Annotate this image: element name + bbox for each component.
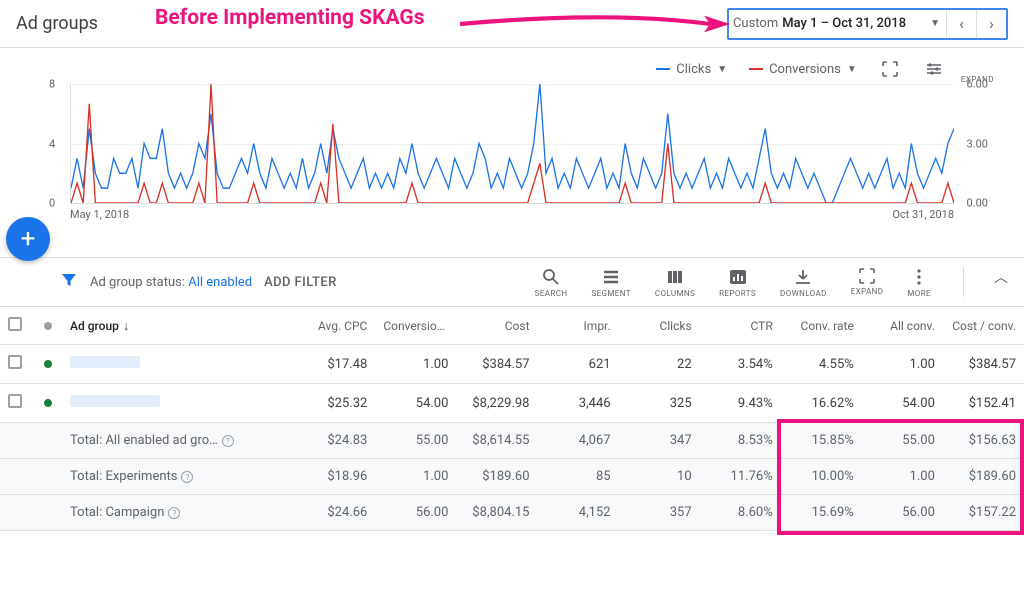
- total-label: Total: Experiments?: [62, 459, 294, 495]
- row-checkbox[interactable]: [0, 384, 36, 423]
- table-wrap: Ad group↓ Avg. CPC Conversions Cost Impr…: [0, 307, 1024, 531]
- col-all-conv[interactable]: All conv.: [862, 307, 943, 345]
- x-end-label: Oct 31, 2018: [892, 208, 954, 221]
- ad-groups-table: Ad group↓ Avg. CPC Conversions Cost Impr…: [0, 307, 1024, 531]
- chevron-down-icon: ▼: [847, 64, 857, 75]
- y-right-tick: 6.00: [967, 78, 988, 91]
- chart-options-icon[interactable]: [923, 58, 945, 80]
- y-left-tick: 4: [49, 137, 55, 150]
- chevron-down-icon: ▼: [717, 64, 727, 75]
- date-custom-label: Custom: [733, 16, 782, 31]
- chart-lines: [71, 84, 954, 203]
- col-conversions[interactable]: Conversions: [375, 307, 456, 345]
- chart-x-axis: May 1, 2018 Oct 31, 2018: [70, 204, 954, 221]
- toolbar-more[interactable]: MORE: [907, 267, 931, 298]
- toolbar-download[interactable]: DOWNLOAD: [780, 267, 827, 298]
- help-icon[interactable]: ?: [181, 471, 193, 483]
- page-title: Ad groups: [16, 13, 98, 34]
- expand-chart-icon[interactable]: [879, 58, 901, 80]
- total-label: Total: All enabled ad gro…?: [62, 423, 294, 459]
- table-row[interactable]: $25.3254.00$8,229.983,4463259.43%16.62%5…: [0, 384, 1024, 423]
- toolbar: Ad group status: All enabled ADD FILTER …: [0, 257, 1024, 307]
- col-impr[interactable]: Impr.: [538, 307, 619, 345]
- toolbar-expand[interactable]: EXPAND: [851, 267, 884, 296]
- sort-down-icon: ↓: [123, 319, 130, 334]
- total-label: Total: Campaign?: [62, 495, 294, 531]
- filter-status[interactable]: Ad group status: All enabled: [90, 275, 252, 290]
- filter-icon[interactable]: [60, 271, 78, 293]
- row-checkbox[interactable]: [0, 345, 36, 384]
- col-cost-per-conv[interactable]: Cost / conv.: [943, 307, 1024, 345]
- x-start-label: May 1, 2018: [70, 208, 129, 221]
- row-status-dot[interactable]: [36, 345, 62, 384]
- metric-secondary-swatch: [749, 68, 763, 71]
- annotation-title: Before Implementing SKAGs: [155, 6, 424, 30]
- help-icon[interactable]: ?: [222, 435, 234, 447]
- table-header-row: Ad group↓ Avg. CPC Conversions Cost Impr…: [0, 307, 1024, 345]
- ad-group-name[interactable]: [62, 384, 294, 423]
- date-next-button[interactable]: ›: [976, 10, 1006, 38]
- y-left-tick: 8: [49, 78, 55, 91]
- add-filter-button[interactable]: ADD FILTER: [264, 275, 337, 290]
- table-total-row: Total: All enabled ad gro…?$24.8355.00$8…: [0, 423, 1024, 459]
- col-avg-cpc[interactable]: Avg. CPC: [294, 307, 375, 345]
- metrics-bar: Clicks ▼ Conversions ▼ EXPAND: [0, 48, 1024, 84]
- collapse-toolbar-icon[interactable]: ︿: [994, 267, 1008, 287]
- y-left-tick: 0: [49, 197, 55, 210]
- toolbar-columns[interactable]: COLUMNS: [655, 267, 695, 298]
- table-total-row: Total: Experiments?$18.961.00$189.608510…: [0, 459, 1024, 495]
- time-series-chart[interactable]: 8 4 0 6.00 3.00 0.00: [70, 84, 954, 204]
- metric-secondary-picker[interactable]: Conversions ▼: [749, 62, 857, 77]
- table-row[interactable]: $17.481.00$384.57621223.54%4.55%1.00$384…: [0, 345, 1024, 384]
- col-ad-group[interactable]: Ad group↓: [62, 307, 294, 345]
- toolbar-reports[interactable]: REPORTS: [719, 267, 756, 298]
- chart-wrap: 8 4 0 6.00 3.00 0.00 May 1, 2018 Oct 31,…: [0, 84, 1024, 247]
- date-range-picker[interactable]: Custom May 1 – Oct 31, 2018 ▼ ‹ ›: [727, 8, 1008, 40]
- y-right-tick: 3.00: [967, 137, 988, 150]
- col-clicks[interactable]: Clicks: [619, 307, 700, 345]
- col-cost[interactable]: Cost: [456, 307, 537, 345]
- date-prev-button[interactable]: ‹: [946, 10, 976, 38]
- select-all-header[interactable]: [0, 307, 36, 345]
- chevron-down-icon[interactable]: ▼: [924, 18, 946, 29]
- annotation-arrow-icon: [460, 14, 730, 34]
- toolbar-segment[interactable]: SEGMENT: [591, 267, 630, 298]
- table-total-row: Total: Campaign?$24.6656.00$8,804.154,15…: [0, 495, 1024, 531]
- metric-primary-picker[interactable]: Clicks ▼: [656, 62, 727, 77]
- metric-primary-swatch: [656, 68, 670, 71]
- header-bar: Ad groups Before Implementing SKAGs Cust…: [0, 0, 1024, 48]
- toolbar-search[interactable]: SEARCH: [535, 267, 568, 298]
- y-right-tick: 0.00: [967, 197, 988, 210]
- add-fab-button[interactable]: +: [6, 217, 50, 261]
- date-range-text: May 1 – Oct 31, 2018: [782, 16, 924, 31]
- metric-secondary-label: Conversions: [769, 62, 841, 77]
- ad-group-name[interactable]: [62, 345, 294, 384]
- metric-primary-label: Clicks: [676, 62, 711, 77]
- status-header[interactable]: [36, 307, 62, 345]
- help-icon[interactable]: ?: [168, 507, 180, 519]
- col-conv-rate[interactable]: Conv. rate: [781, 307, 862, 345]
- col-ctr[interactable]: CTR: [700, 307, 781, 345]
- row-status-dot[interactable]: [36, 384, 62, 423]
